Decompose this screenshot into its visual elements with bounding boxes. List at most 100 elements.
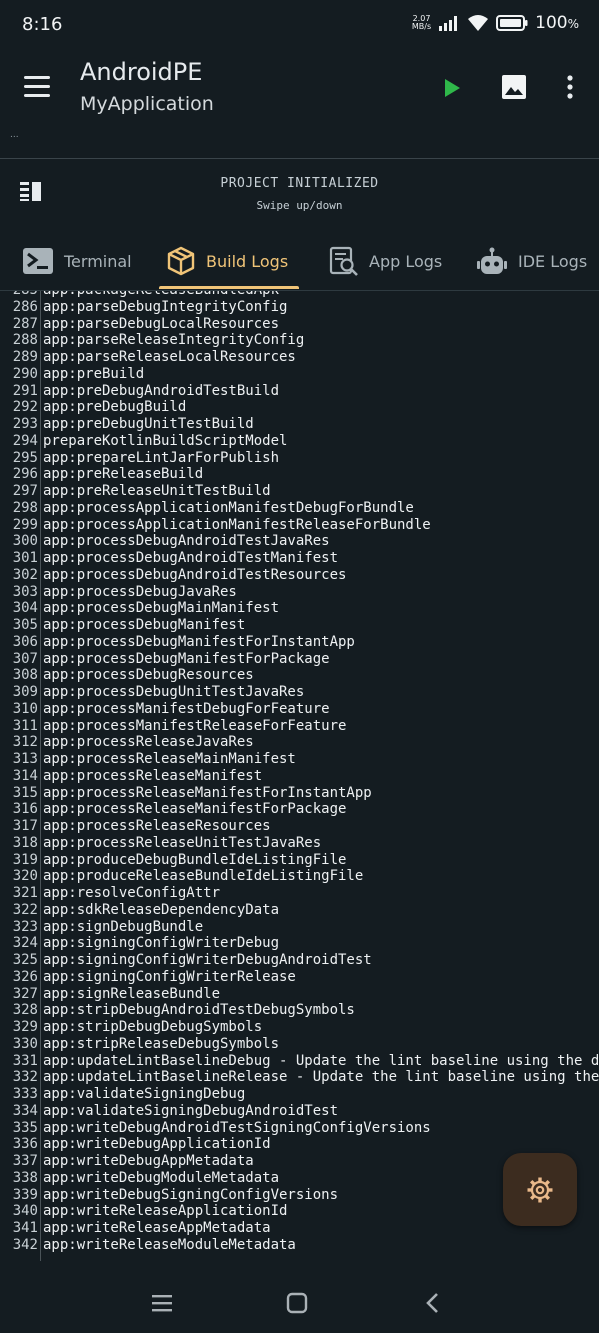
recents-icon[interactable] <box>149 1290 175 1316</box>
line-number: 341 <box>12 1220 38 1236</box>
log-text: app:preDebugBuild <box>43 399 187 416</box>
tab-build-logs[interactable]: Build Logs <box>166 234 288 288</box>
line-number: 328 <box>12 1002 38 1019</box>
line-number: 339 <box>12 1186 38 1203</box>
log-text: app:processReleaseManifestForPackage <box>43 801 347 818</box>
robot-icon <box>477 247 507 274</box>
line-number: 335 <box>12 1119 38 1136</box>
settings-fab[interactable] <box>503 1153 577 1226</box>
line-number: 297 <box>12 483 38 499</box>
line-number: 336 <box>12 1136 38 1153</box>
line-number: 314 <box>12 767 38 784</box>
system-nav-bar <box>0 1276 599 1333</box>
terminal-icon <box>23 248 53 274</box>
status-icons: 2.07 MB/s 100% <box>412 13 579 33</box>
log-text: app:writeDebugApplicationId <box>43 1136 271 1153</box>
back-icon[interactable] <box>420 1290 446 1316</box>
log-text: app:writeDebugSigningConfigVersions <box>43 1186 339 1203</box>
log-text: app:updateLintBaselineDebug - Update the… <box>43 1052 599 1069</box>
log-text: app:parseDebugLocalResources <box>43 315 280 332</box>
log-text: app:processApplicationManifestDebugForBu… <box>43 499 414 516</box>
log-text: app:parseDebugIntegrityConfig <box>43 298 288 315</box>
log-text: app:validateSigningDebug <box>43 1086 246 1102</box>
line-number: 290 <box>12 365 38 382</box>
battery-percent-unit: % <box>567 17 579 31</box>
build-log-view[interactable]: 285app:packageReleaseBundledApk286app:pa… <box>0 291 599 1261</box>
wifi-icon <box>468 15 489 31</box>
log-text: app:produceReleaseBundleIdeListingFile <box>43 868 364 885</box>
swipe-hint: Swipe up/down <box>256 199 343 212</box>
log-text: app:processReleaseManifest <box>43 767 263 784</box>
line-number: 342 <box>12 1236 38 1253</box>
line-number: 308 <box>12 667 38 684</box>
line-number: 331 <box>12 1052 38 1069</box>
log-text: app:validateSigningDebugAndroidTest <box>43 1102 339 1119</box>
home-icon[interactable] <box>284 1290 310 1316</box>
log-text: app:updateLintBaselineRelease - Update t… <box>43 1069 599 1086</box>
log-text: app:produceDebugBundleIdeListingFile <box>43 851 347 868</box>
line-number: 298 <box>12 499 38 516</box>
log-tabs: Terminal Build Logs App Logs IDE Logs <box>0 234 599 291</box>
run-play-icon[interactable] <box>437 73 467 103</box>
log-text: app:processManifestReleaseForFeature <box>43 717 347 734</box>
line-number: 323 <box>12 918 38 935</box>
log-text: app:processDebugManifest <box>43 617 246 633</box>
line-number: 325 <box>12 952 38 968</box>
log-text: app:stripDebugAndroidTestDebugSymbols <box>43 1002 355 1019</box>
tab-ide-logs[interactable]: IDE Logs <box>476 234 587 288</box>
package-icon <box>167 246 195 276</box>
log-text: app:writeDebugModuleMetadata <box>43 1169 280 1186</box>
line-number: 306 <box>12 633 38 650</box>
clock: 8:16 <box>22 14 63 35</box>
log-text: app:signReleaseBundle <box>43 985 221 1002</box>
line-number: 294 <box>12 432 38 449</box>
line-number: 310 <box>12 700 38 717</box>
line-number: 304 <box>12 600 38 617</box>
battery-percent: 100% <box>535 13 579 33</box>
line-number: 288 <box>12 332 38 349</box>
line-number: 322 <box>12 901 38 918</box>
line-number: 324 <box>12 935 38 952</box>
line-number-gutter <box>40 291 41 1261</box>
active-tab-indicator <box>159 286 299 289</box>
log-text: app:processDebugAndroidTestJavaRes <box>43 533 330 550</box>
image-icon[interactable] <box>499 72 529 102</box>
log-text: app:signingConfigWriterDebug <box>43 935 280 952</box>
log-text: app:parseReleaseLocalResources <box>43 349 296 365</box>
line-number: 296 <box>12 466 38 483</box>
line-number: 338 <box>12 1169 38 1186</box>
hamburger-menu-icon[interactable] <box>22 72 52 102</box>
log-text: app:writeReleaseModuleMetadata <box>43 1236 296 1253</box>
line-number: 319 <box>12 851 38 868</box>
status-bar: 8:16 2.07 MB/s 100% <box>0 0 599 50</box>
log-text: app:writeReleaseAppMetadata <box>43 1220 271 1236</box>
log-text: prepareKotlinBuildScriptModel <box>43 432 288 449</box>
tab-app-logs[interactable]: App Logs <box>329 234 442 288</box>
line-number: 337 <box>12 1153 38 1169</box>
line-number: 320 <box>12 868 38 885</box>
tab-terminal[interactable]: Terminal <box>22 234 132 288</box>
log-text: app:processDebugResources <box>43 667 254 684</box>
log-text: app:preDebugUnitTestBuild <box>43 416 254 432</box>
log-text: app:processDebugManifestForPackage <box>43 650 330 667</box>
log-text: app:signingConfigWriterRelease <box>43 968 296 985</box>
log-text: app:signingConfigWriterDebugAndroidTest <box>43 952 372 968</box>
log-text: app:processDebugUnitTestJavaRes <box>43 684 305 700</box>
battery-percent-value: 100 <box>535 13 568 33</box>
log-text: app:processDebugAndroidTestResources <box>43 566 347 583</box>
app-title: AndroidPE <box>80 58 203 86</box>
tab-ide-logs-label: IDE Logs <box>518 251 588 271</box>
log-text: app:stripDebugDebugSymbols <box>43 1019 263 1035</box>
log-text: app:processManifestDebugForFeature <box>43 700 330 717</box>
line-number: 299 <box>12 516 38 533</box>
log-text: app:preBuild <box>43 365 145 382</box>
log-text: app:processReleaseResources <box>43 818 271 834</box>
project-status: PROJECT INITIALIZED <box>220 176 379 191</box>
line-number: 315 <box>12 784 38 801</box>
progress-dots: ... <box>10 130 19 140</box>
line-number: 329 <box>12 1019 38 1035</box>
log-text: app:preDebugAndroidTestBuild <box>43 382 280 399</box>
more-options-icon[interactable] <box>555 72 585 102</box>
network-speed-unit: MB/s <box>411 22 432 31</box>
log-text: app:preReleaseUnitTestBuild <box>43 483 271 499</box>
